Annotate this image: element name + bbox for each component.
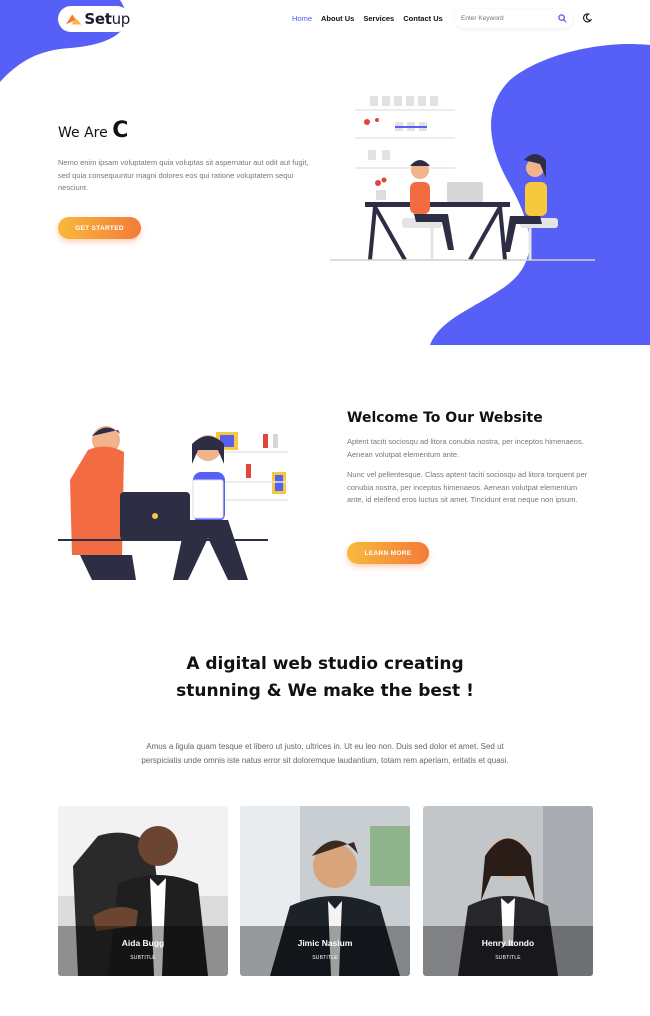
team-card[interactable]: Aida Bugg SUBTITLE xyxy=(58,806,228,976)
main-nav: Home About Us Services Contact Us xyxy=(292,14,443,23)
team-member-name: Henry Itondo xyxy=(481,938,535,948)
team-photo-3 xyxy=(423,806,593,976)
team-card[interactable]: Jimic Nasium SUBTITLE xyxy=(240,806,410,976)
team-meeting-illustration xyxy=(58,426,288,580)
office-desk-illustration xyxy=(330,96,595,261)
logo-text: Setup xyxy=(84,10,130,28)
nav-contact-us[interactable]: Contact Us xyxy=(403,14,443,23)
team-member-subtitle: SUBTITLE xyxy=(130,955,156,961)
team-photo-2 xyxy=(240,806,410,976)
hero-description: Nemo enim ipsam voluptatem quia voluptas… xyxy=(58,158,309,192)
site-header: Setup Home About Us Services Contact Us xyxy=(0,0,650,40)
welcome-paragraph-2: Nunc vel pellentesque. Class aptent taci… xyxy=(347,470,588,504)
welcome-paragraph-1: Aptent taciti sociosqu ad litora conubia… xyxy=(347,437,584,459)
hero-title: We Are C xyxy=(58,118,129,143)
site-logo[interactable]: Setup xyxy=(58,6,130,32)
nav-home[interactable]: Home xyxy=(292,14,312,23)
search-bar xyxy=(455,9,573,28)
studio-title: A digital web studio creating stunning &… xyxy=(176,654,474,701)
get-started-button[interactable]: GET STARTED xyxy=(58,217,141,239)
search-icon[interactable] xyxy=(558,14,567,23)
learn-more-button[interactable]: LEARN MORE xyxy=(347,542,429,564)
moon-icon[interactable] xyxy=(582,13,592,23)
team-member-name: Aida Bugg xyxy=(121,938,165,948)
team-photo-1 xyxy=(58,806,228,976)
nav-services[interactable]: Services xyxy=(363,14,394,23)
welcome-title: Welcome To Our Website xyxy=(347,410,543,426)
team-member-subtitle: SUBTITLE xyxy=(312,955,338,961)
studio-description: Amus a ligula quam tesque et libero ut j… xyxy=(141,742,509,765)
nav-about-us[interactable]: About Us xyxy=(321,14,354,23)
team-card[interactable]: Henry Itondo SUBTITLE xyxy=(423,806,593,976)
search-input[interactable] xyxy=(461,15,553,22)
team-member-subtitle: SUBTITLE xyxy=(495,955,521,961)
logo-mark-icon xyxy=(65,14,82,25)
team-member-name: Jimic Nasium xyxy=(297,938,353,948)
